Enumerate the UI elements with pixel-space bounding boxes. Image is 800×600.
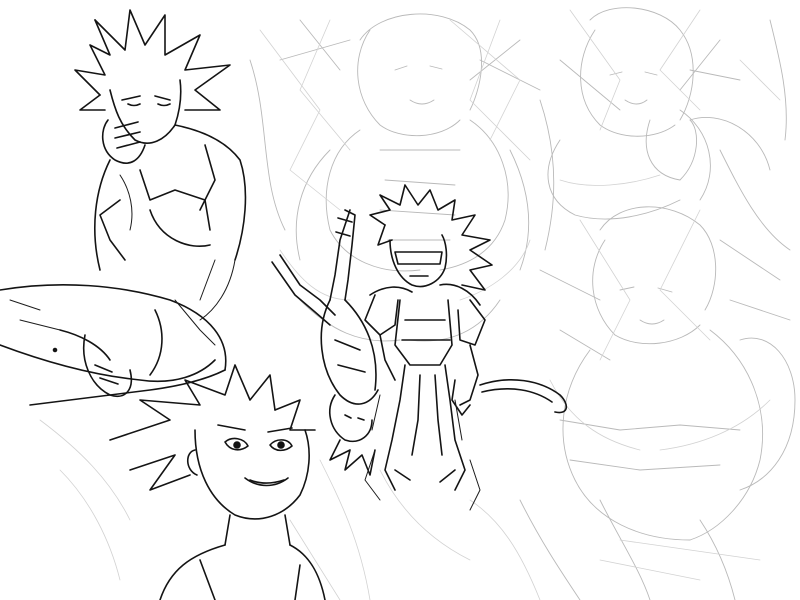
grinning-face-closeup: [109, 364, 326, 600]
armored-tailed-figure: [364, 184, 568, 491]
kicking-figure: [271, 209, 379, 476]
drawing-canvas[interactable]: [0, 0, 800, 600]
ink-lineart-layer: [0, 9, 568, 600]
seated-spiky-hair-figure: [0, 9, 247, 406]
